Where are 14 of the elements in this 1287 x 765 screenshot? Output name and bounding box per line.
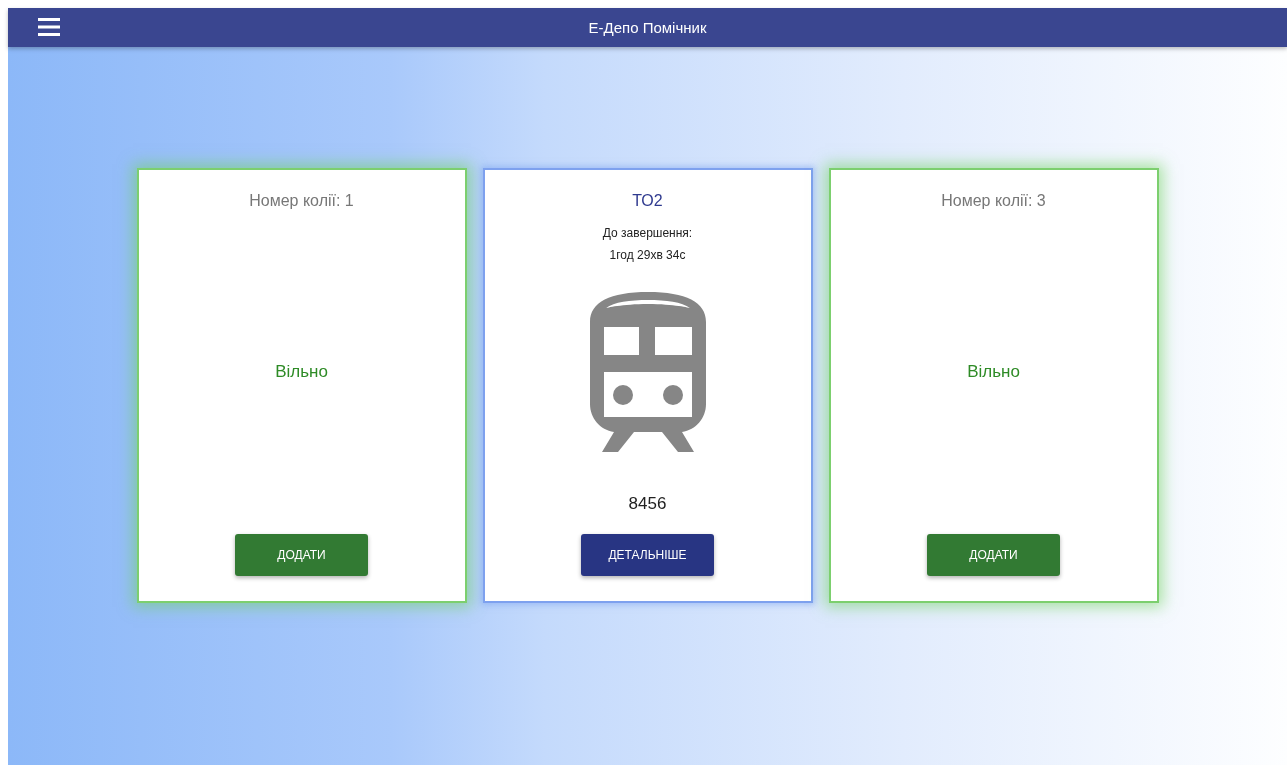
app-title: Е-Депо Помічник: [588, 19, 707, 36]
status-text: Вільно: [275, 362, 328, 382]
add-button[interactable]: ДОДАТИ: [927, 534, 1060, 576]
service-title: ТО2: [632, 192, 663, 210]
add-button[interactable]: ДОДАТИ: [235, 534, 368, 576]
menu-icon[interactable]: [38, 18, 60, 36]
track-title: Номер колії: 1: [249, 192, 354, 210]
track-title: Номер колії: 3: [941, 192, 1046, 210]
details-button[interactable]: ДЕТАЛЬНІШЕ: [581, 534, 714, 576]
countdown-time: 1год 29хв 34с: [609, 248, 686, 262]
train-icon: [589, 292, 706, 452]
countdown-label: До завершення:: [602, 226, 693, 240]
train-number: 8456: [628, 494, 667, 514]
status-text: Вільно: [967, 362, 1020, 382]
